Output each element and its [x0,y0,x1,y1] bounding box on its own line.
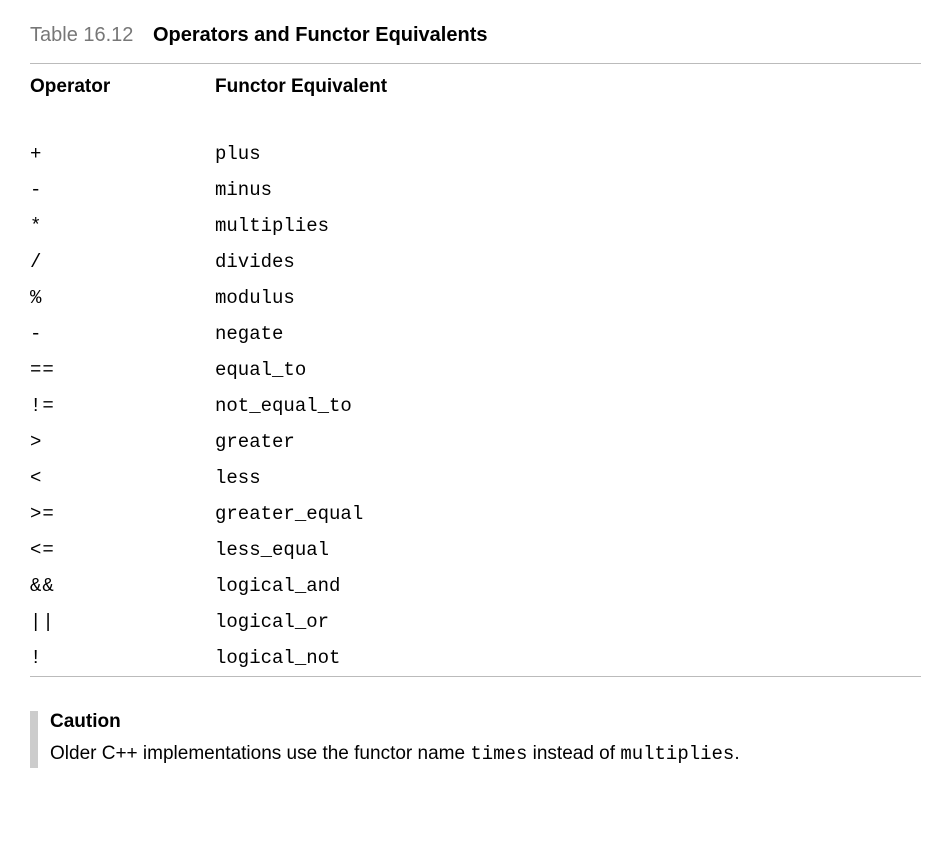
caution-text: Older C++ implementations use the functo… [50,741,921,768]
table-row: ||logical_or [30,604,921,640]
cell-operator: - [30,323,215,345]
table-row: <=less_equal [30,532,921,568]
header-functor: Functor Equivalent [215,76,387,98]
cell-functor: logical_or [215,611,329,633]
cell-operator: != [30,395,215,417]
cell-functor: greater_equal [215,503,363,525]
table-body: +plus-minus*multiplies/divides%modulus-n… [30,136,921,676]
table-row: /divides [30,244,921,280]
cell-operator: || [30,611,215,633]
table-number: Table 16.12 [30,24,133,46]
cell-functor: negate [215,323,283,345]
table-row: !logical_not [30,640,921,676]
table-row: >=greater_equal [30,496,921,532]
caution-title: Caution [50,711,921,733]
table-row: <less [30,460,921,496]
cell-operator: * [30,215,215,237]
cell-operator: == [30,359,215,381]
table-caption: Table 16.12 Operators and Functor Equiva… [30,24,921,47]
caution-text-mid: instead of [527,743,620,764]
table-row: &&logical_and [30,568,921,604]
cell-functor: equal_to [215,359,306,381]
caution-text-post: . [734,743,739,764]
rule-bottom [30,676,921,677]
cell-functor: modulus [215,287,295,309]
cell-operator: >= [30,503,215,525]
cell-functor: divides [215,251,295,273]
cell-operator: ! [30,647,215,669]
cell-functor: multiplies [215,215,329,237]
cell-functor: logical_and [215,575,340,597]
cell-operator: / [30,251,215,273]
caution-code-1: times [470,743,527,765]
table-row: -minus [30,172,921,208]
cell-functor: plus [215,143,261,165]
caution-text-pre: Older C++ implementations use the functo… [50,743,470,764]
table-row: -negate [30,316,921,352]
cell-functor: not_equal_to [215,395,352,417]
cell-operator: > [30,431,215,453]
cell-functor: greater [215,431,295,453]
table-row: !=not_equal_to [30,388,921,424]
table-row: *multiplies [30,208,921,244]
caution-code-2: multiplies [620,743,734,765]
cell-functor: minus [215,179,272,201]
cell-functor: less_equal [215,539,329,561]
table-row: >greater [30,424,921,460]
cell-functor: less [215,467,261,489]
cell-operator: < [30,467,215,489]
cell-operator: && [30,575,215,597]
table-title: Operators and Functor Equivalents [153,24,488,46]
cell-operator: <= [30,539,215,561]
table-row: +plus [30,136,921,172]
table-row: %modulus [30,280,921,316]
table-row: ==equal_to [30,352,921,388]
cell-operator: + [30,143,215,165]
cell-operator: - [30,179,215,201]
caution-block: Caution Older C++ implementations use th… [30,711,921,768]
header-operator: Operator [30,76,215,98]
table-header-row: Operator Functor Equivalent [30,64,921,136]
cell-operator: % [30,287,215,309]
cell-functor: logical_not [215,647,340,669]
